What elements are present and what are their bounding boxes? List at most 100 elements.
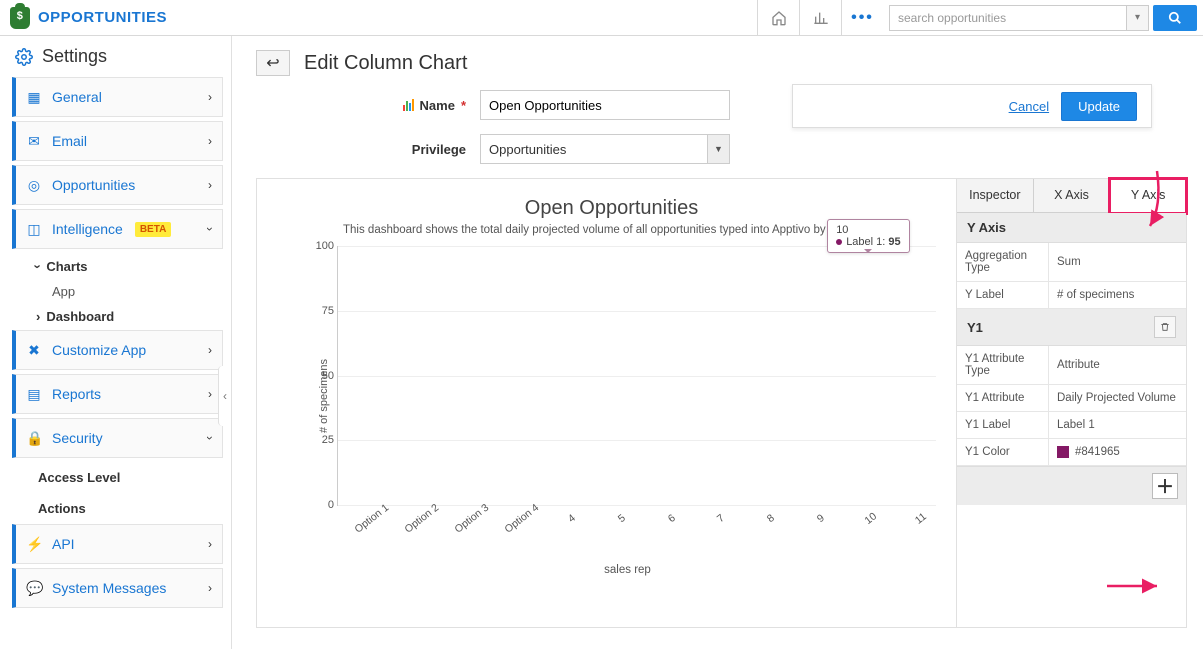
x-axis-label: sales rep: [319, 564, 936, 576]
sidebar-item-opportunities[interactable]: ◎ Opportunities ›: [12, 165, 223, 205]
sidebar-item-system-messages[interactable]: 💬 System Messages ›: [12, 568, 223, 608]
more-icon: •••: [851, 9, 874, 27]
sidebar-item-intelligence[interactable]: ◫ Intelligence BETA ›: [12, 209, 223, 249]
chevron-right-icon: ›: [208, 343, 212, 357]
chart-plot[interactable]: 0255075100: [337, 246, 936, 506]
cancel-link[interactable]: Cancel: [1009, 99, 1049, 114]
home-button[interactable]: [757, 0, 799, 35]
search-button[interactable]: [1153, 5, 1197, 31]
y-tick: 100: [312, 240, 334, 252]
sidebar-item-email[interactable]: ✉ Email ›: [12, 121, 223, 161]
back-button[interactable]: ↩: [256, 50, 290, 76]
sidebar-item-customize-app[interactable]: ✖ Customize App ›: [12, 330, 223, 370]
sidebar-item-label: General: [52, 89, 102, 105]
sidebar-collapse-handle[interactable]: ‹: [218, 366, 232, 426]
inspector-row[interactable]: Y Label# of specimens: [957, 282, 1186, 309]
workbench: Open Opportunities This dashboard shows …: [256, 178, 1187, 628]
inspector-value[interactable]: Daily Projected Volume: [1049, 385, 1186, 411]
inspector-key: Y Label: [957, 282, 1049, 308]
trash-icon: [1160, 321, 1170, 333]
section-y-axis: Y Axis: [957, 213, 1186, 243]
search-icon: [1168, 11, 1182, 25]
chevron-right-icon: ›: [208, 90, 212, 104]
y-tick: 50: [312, 370, 334, 382]
sidebar-plain-access-level[interactable]: Access Level: [12, 462, 223, 493]
inspector-row[interactable]: Y1 Attribute TypeAttribute: [957, 346, 1186, 385]
chevron-right-icon: ›: [208, 134, 212, 148]
chat-icon: 💬: [26, 580, 42, 597]
chevron-right-icon: ›: [208, 581, 212, 595]
sidebar-item-label: Customize App: [52, 342, 146, 358]
name-input[interactable]: [480, 90, 730, 120]
sidebar-item-label: Security: [52, 430, 103, 446]
topbar-icons: •••: [757, 0, 883, 35]
plug-icon: ⚡: [26, 536, 42, 553]
sidebar-sub-dashboard[interactable]: Dashboard: [12, 303, 223, 330]
stats-button[interactable]: [799, 0, 841, 35]
inspector-row[interactable]: Y1 AttributeDaily Projected Volume: [957, 385, 1186, 412]
inspector-key: Y1 Attribute Type: [957, 346, 1049, 384]
required-asterisk: *: [461, 98, 466, 113]
beta-badge: BETA: [135, 222, 171, 237]
color-swatch: [1057, 446, 1069, 458]
sidebar-item-api[interactable]: ⚡ API ›: [12, 524, 223, 564]
tab-x-axis[interactable]: X Axis: [1034, 179, 1111, 212]
inspector-key: Y1 Color: [957, 439, 1049, 465]
add-series-row: ＋: [957, 466, 1186, 505]
settings-heading: Settings: [12, 46, 223, 67]
inspector-key: Aggregation Type: [957, 243, 1049, 281]
inspector-value[interactable]: Sum: [1049, 243, 1186, 281]
brand-text: OPPORTUNITIES: [38, 9, 167, 26]
editor-header: ↩ Edit Column Chart: [256, 50, 1187, 76]
chart-area: # of specimens 0255075100 Option 1Option…: [319, 246, 936, 546]
name-label: Name: [420, 98, 455, 113]
inspector-row[interactable]: Y1 Color#841965: [957, 439, 1186, 466]
search-input[interactable]: search opportunities ▾: [889, 5, 1149, 31]
inspector-value[interactable]: #841965: [1049, 439, 1186, 465]
more-button[interactable]: •••: [841, 0, 883, 35]
editor-title: Edit Column Chart: [304, 52, 467, 75]
search-dropdown-caret[interactable]: ▾: [1126, 6, 1148, 30]
search-placeholder: search opportunities: [898, 11, 1006, 25]
tab-inspector[interactable]: Inspector: [957, 179, 1034, 212]
sidebar-item-general[interactable]: ▦ General ›: [12, 77, 223, 117]
inspector-row[interactable]: Aggregation TypeSum: [957, 243, 1186, 282]
sidebar-item-reports[interactable]: ▤ Reports ›: [12, 374, 223, 414]
update-button[interactable]: Update: [1061, 92, 1137, 121]
bar-chart-icon: [813, 10, 829, 26]
plus-icon: ＋: [1156, 473, 1174, 499]
sidebar-item-label: Opportunities: [52, 177, 135, 193]
report-icon: ▤: [26, 386, 42, 403]
delete-y1-button[interactable]: [1154, 316, 1176, 338]
inspector-row[interactable]: Y1 LabelLabel 1: [957, 412, 1186, 439]
inspector-value[interactable]: Attribute: [1049, 346, 1186, 384]
sidebar-sub-charts[interactable]: Charts: [12, 253, 223, 280]
home-icon: [771, 10, 787, 26]
inspector-panel: Inspector X Axis Y Axis Y Axis Aggregati…: [956, 179, 1186, 627]
brain-icon: ◫: [26, 221, 42, 238]
chevron-down-icon: ›: [203, 436, 217, 440]
x-axis-ticks: Option 1Option 2Option 3Option 445678910…: [337, 506, 936, 546]
topbar: OPPORTUNITIES ••• search opportunities ▾: [0, 0, 1203, 36]
sidebar-leaf-app[interactable]: App: [12, 280, 223, 303]
brand[interactable]: OPPORTUNITIES: [0, 7, 177, 29]
sidebar-item-security[interactable]: 🔒 Security ›: [12, 418, 223, 458]
sidebar-item-label: Email: [52, 133, 87, 149]
sidebar-plain-actions[interactable]: Actions: [12, 493, 223, 524]
add-series-button[interactable]: ＋: [1152, 473, 1178, 499]
section-y1: Y1: [957, 309, 1186, 346]
gear-icon: [14, 47, 34, 67]
privilege-select[interactable]: Opportunities ▼: [480, 134, 730, 164]
target-icon: ◎: [26, 177, 42, 194]
mail-icon: ✉: [26, 133, 42, 150]
wrench-icon: ✖: [26, 342, 42, 359]
chevron-right-icon: ›: [208, 178, 212, 192]
layout-icon: ▦: [26, 89, 42, 106]
chevron-right-icon: ›: [208, 537, 212, 551]
y-tick: 0: [312, 499, 334, 511]
lock-icon: 🔒: [26, 430, 42, 447]
tab-y-axis[interactable]: Y Axis: [1110, 179, 1186, 213]
chart-title: Open Opportunities: [281, 197, 942, 220]
inspector-value[interactable]: # of specimens: [1049, 282, 1186, 308]
inspector-value[interactable]: Label 1: [1049, 412, 1186, 438]
